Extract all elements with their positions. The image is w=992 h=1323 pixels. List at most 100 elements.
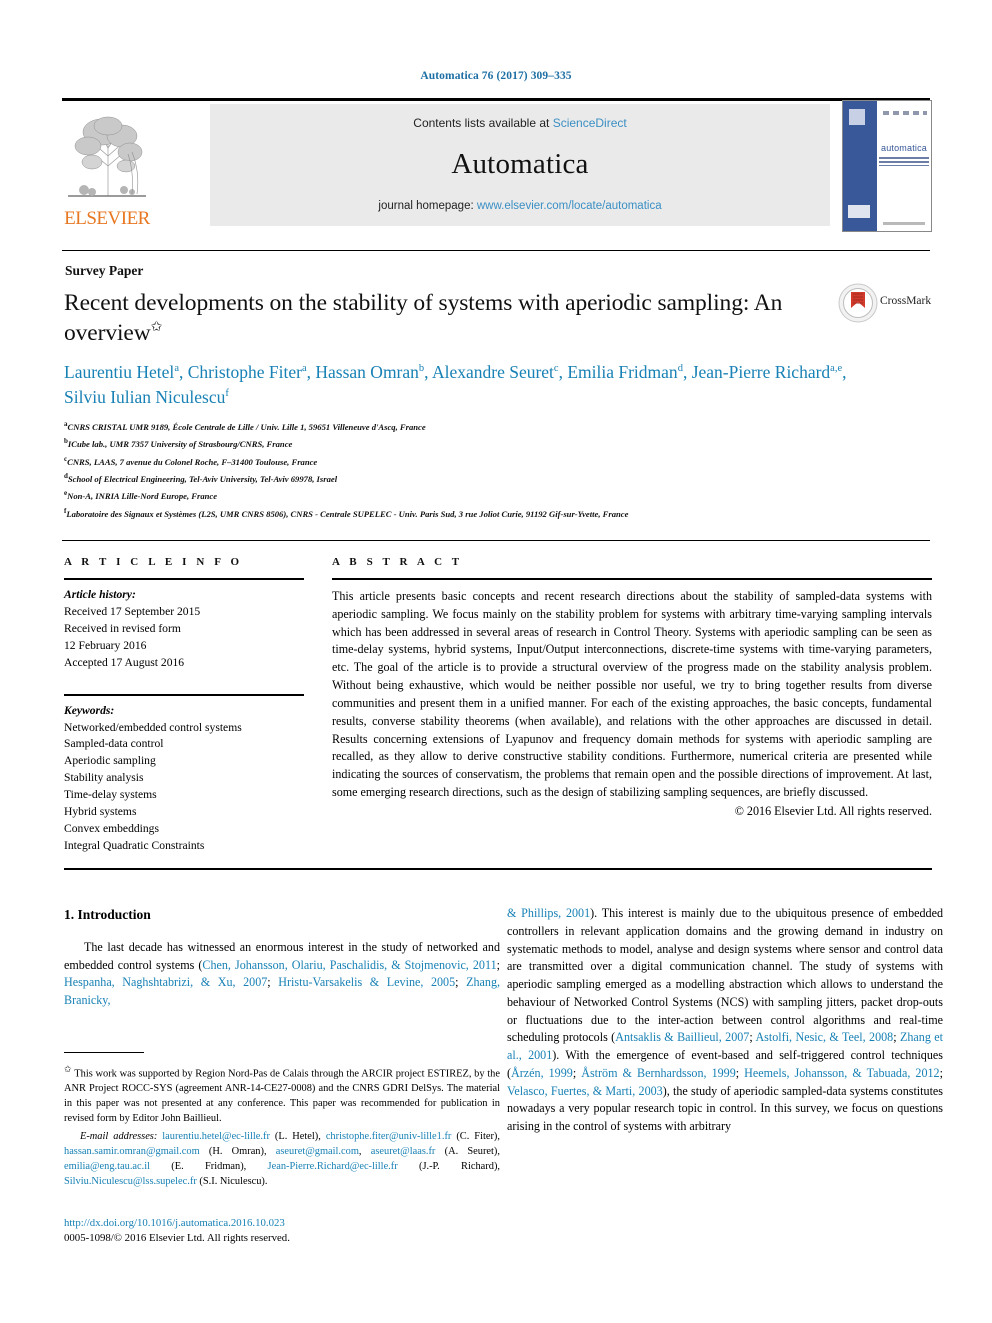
article-history-label: Article history: <box>64 588 136 601</box>
author-name[interactable]: Jean-Pierre Richard <box>692 362 830 382</box>
email-link[interactable]: Jean-Pierre.Richard@ec-lille.fr <box>268 1161 398 1172</box>
cover-top-text-lines <box>883 111 927 115</box>
email-link[interactable]: laurentiu.hetel@ec-lille.fr <box>162 1131 270 1142</box>
affiliation-marker: f <box>64 506 67 515</box>
cover-logo-bottom <box>848 205 870 218</box>
journal-title: Automatica <box>451 148 589 180</box>
body-column-right: & Phillips, 2001). This interest is main… <box>507 905 943 1136</box>
email-link[interactable]: Silviu.Niculescu@lss.supelec.fr <box>64 1176 197 1187</box>
history-item: Received 17 September 2015 <box>64 604 201 618</box>
citation-link[interactable]: Hristu-Varsakelis & Levine, 2005 <box>278 975 455 989</box>
intro-paragraph-left: The last decade has witnessed an enormou… <box>64 939 500 1010</box>
abstract-text: This article presents basic concepts and… <box>332 589 932 800</box>
affiliation-marker: b <box>64 437 68 446</box>
article-info-block: A R T I C L E I N F O Article history: R… <box>64 556 304 855</box>
running-head: Automatica 76 (2017) 309–335 <box>420 70 572 82</box>
header-divider-rule <box>62 250 930 251</box>
history-item: 12 February 2016 <box>64 638 147 652</box>
masthead-banner: Contents lists available at ScienceDirec… <box>210 104 830 226</box>
history-item: Accepted 17 August 2016 <box>64 655 185 669</box>
abstract-block: A B S T R A C T This article presents ba… <box>332 556 932 819</box>
email-link[interactable]: hassan.samir.omran@gmail.com <box>64 1146 200 1157</box>
citation-link[interactable]: Antsaklis & Baillieul, 2007 <box>615 1030 749 1044</box>
affiliation-item: aCNRS CRISTAL UMR 9189, École Centrale d… <box>64 420 426 432</box>
body-column-left: 1. Introduction The last decade has witn… <box>64 905 500 1010</box>
keyword-item: Integral Quadratic Constraints <box>64 838 205 852</box>
svg-text:ELSEVIER: ELSEVIER <box>64 208 151 229</box>
keyword-item: Networked/embedded control systems <box>64 720 242 734</box>
affiliation-marker: d <box>64 472 68 481</box>
citation-link[interactable]: Årzén, 1999 <box>511 1066 573 1080</box>
email-link[interactable]: aseuret@gmail.com <box>276 1146 359 1157</box>
affiliation-marker: e <box>64 489 68 498</box>
affiliation-item: eNon-A, INRIA Lille-Nord Europe, France <box>64 489 218 502</box>
intro-paragraph-right: & Phillips, 2001). This interest is main… <box>507 905 943 1136</box>
citation-link[interactable]: Heemels, Johansson, & Tabuada, 2012 <box>744 1066 939 1080</box>
author-name[interactable]: Hassan Omran <box>315 362 419 382</box>
article-history: Article history: Received 17 September 2… <box>64 587 304 672</box>
crossmark-badge[interactable]: CrossMark <box>838 283 942 323</box>
citation-link[interactable]: & Phillips, 2001 <box>507 906 590 920</box>
citation-sep: ; <box>939 1065 943 1080</box>
citation-link[interactable]: Chen, Johansson, Olariu, Paschalidis, & … <box>202 958 496 972</box>
sciencedirect-link[interactable]: ScienceDirect <box>553 116 627 130</box>
funding-footnote-text: This work was supported by Region Nord-P… <box>64 1068 500 1125</box>
citation-link[interactable]: Åström & Bernhardsson, 1999 <box>581 1066 736 1080</box>
keywords-block: Keywords: Networked/embedded control sys… <box>64 703 304 855</box>
author-name[interactable]: Alexandre Seuret <box>432 362 554 382</box>
history-item: Received in revised form <box>64 621 181 635</box>
keyword-item: Time-delay systems <box>64 788 157 802</box>
page-title: Recent developments on the stability of … <box>64 288 804 348</box>
keyword-item: Hybrid systems <box>64 805 137 819</box>
affiliation-item: dSchool of Electrical Engineering, Tel-A… <box>64 472 338 484</box>
author-affiliation-marker: a <box>174 363 179 375</box>
cover-journal-name: automatica <box>880 143 928 153</box>
cover-bottom-rule <box>883 222 925 225</box>
email-addresses-label: E-mail addresses: <box>80 1131 158 1143</box>
crossmark-icon <box>838 283 878 323</box>
doi-link[interactable]: http://dx.doi.org/10.1016/j.automatica.2… <box>64 1216 500 1231</box>
journal-cover-thumbnail: automatica <box>842 100 932 232</box>
affiliation-marker: a <box>64 420 68 428</box>
citation-sep: ; <box>455 975 467 990</box>
author-name[interactable]: Christophe Fiter <box>188 362 302 382</box>
intro-text-1: ). This interest is mainly due to the ub… <box>507 906 944 1045</box>
affiliation-item: cCNRS, LAAS, 7 avenue du Colonel Roche, … <box>64 454 318 467</box>
funding-footnote: ✩ This work was supported by Region Nord… <box>64 1063 500 1127</box>
citation-sep: ; <box>735 1065 745 1080</box>
affiliation-item: bICube lab., UMR 7357 University of Stra… <box>64 437 293 450</box>
keyword-item: Aperiodic sampling <box>64 754 156 768</box>
keywords-label: Keywords: <box>64 703 115 717</box>
citation-link[interactable]: Velasco, Fuertes, & Marti, 2003 <box>507 1084 663 1098</box>
footnote-rule <box>64 1052 144 1053</box>
citation-link[interactable]: Hespanha, Naghshtabrizi, & Xu, 2007 <box>64 975 267 989</box>
email-footnote: E-mail addresses: laurentiu.hetel@ec-lil… <box>64 1130 500 1190</box>
footnote-block: ✩ This work was supported by Region Nord… <box>64 1063 500 1190</box>
author-affiliation-marker: f <box>225 388 229 400</box>
abstract-heading: A B S T R A C T <box>332 556 463 568</box>
journal-homepage-link[interactable]: www.elsevier.com/locate/automatica <box>477 200 662 212</box>
citation-link[interactable]: Astolfi, Nesic, & Teel, 2008 <box>755 1030 893 1044</box>
email-link[interactable]: emilia@eng.tau.ac.il <box>64 1161 150 1172</box>
abstract-rule <box>332 578 932 580</box>
affiliation-item: fLaboratoire des Signaux et Systèmes (L2… <box>64 506 629 519</box>
masthead-top-rule <box>62 98 930 101</box>
keyword-item: Convex embeddings <box>64 822 159 836</box>
article-type-label: Survey Paper <box>65 263 144 278</box>
keyword-item: Sampled-data control <box>64 737 164 751</box>
abstract-bottom-rule <box>64 868 932 870</box>
footnote-star-marker: ✩ <box>64 1064 72 1074</box>
email-link[interactable]: christophe.fiter@univ-lille1.fr <box>326 1131 452 1142</box>
keyword-item: Stability analysis <box>64 771 144 785</box>
author-name[interactable]: Emilia Fridman <box>567 362 677 382</box>
author-affiliation-marker: a <box>301 363 307 375</box>
cover-logo-top <box>849 109 865 125</box>
email-link[interactable]: aseuret@laas.fr <box>371 1146 436 1157</box>
article-info-rule <box>64 578 304 580</box>
contents-line: Contents lists available at ScienceDirec… <box>210 116 830 130</box>
paper-page: Automatica 76 (2017) 309–335 ELSEVIER Co… <box>0 0 992 1323</box>
affiliation-marker: c <box>64 454 68 463</box>
author-name[interactable]: Laurentiu Hetel <box>64 362 174 382</box>
cover-subtitle-lines <box>879 157 929 166</box>
author-name[interactable]: Silviu Iulian Niculescu <box>64 387 225 407</box>
